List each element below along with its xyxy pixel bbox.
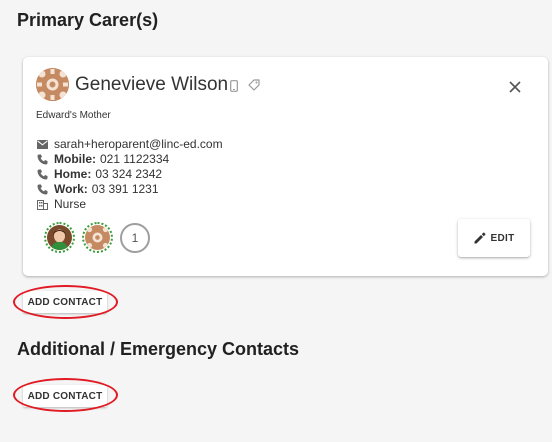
edit-button[interactable]: EDIT — [458, 219, 530, 257]
email-icon — [36, 139, 48, 151]
phone-icon — [36, 169, 48, 181]
home-number[interactable]: 03 324 2342 — [95, 167, 162, 182]
close-icon — [509, 81, 521, 93]
more-count-badge[interactable]: 1 — [120, 223, 150, 253]
mobile-label: Mobile: — [54, 152, 96, 166]
edit-label: EDIT — [490, 232, 515, 244]
contact-avatar — [36, 68, 69, 101]
linked-students: 1 — [44, 222, 150, 253]
contact-card: Genevieve Wilson Edward's Mother sarah+h… — [23, 57, 548, 276]
phone-icon — [36, 154, 48, 166]
primary-carers-heading: Primary Carer(s) — [17, 10, 159, 30]
close-button[interactable] — [504, 76, 526, 98]
mobile-row: Mobile: 021 1122334 — [36, 152, 223, 167]
mobile-number[interactable]: 021 1122334 — [100, 152, 169, 167]
occupation-row: Nurse — [36, 197, 223, 212]
pencil-icon — [474, 232, 485, 244]
building-icon — [36, 199, 48, 211]
add-additional-contact-button[interactable]: ADD CONTACT — [23, 385, 107, 407]
mobile-phone-icon — [230, 79, 238, 97]
home-label: Home: — [54, 167, 92, 181]
work-row: Work: 03 391 1231 — [36, 182, 223, 197]
student-avatar[interactable] — [44, 222, 75, 253]
parent-avatar[interactable] — [82, 222, 113, 253]
add-primary-contact-button[interactable]: ADD CONTACT — [23, 291, 107, 313]
contact-relation: Edward's Mother — [36, 110, 111, 121]
phone-icon — [36, 184, 48, 196]
contact-name: Genevieve Wilson — [75, 74, 229, 95]
work-number[interactable]: 03 391 1231 — [92, 182, 159, 197]
contact-occupation: Nurse — [54, 197, 87, 211]
email-row: sarah+heroparent@linc-ed.com — [36, 137, 223, 152]
contact-email[interactable]: sarah+heroparent@linc-ed.com — [54, 137, 223, 152]
home-row: Home: 03 324 2342 — [36, 167, 223, 182]
work-label: Work: — [54, 182, 88, 196]
contact-details: sarah+heroparent@linc-ed.com Mobile: 021… — [36, 137, 223, 212]
tag-icon[interactable] — [247, 78, 261, 97]
additional-contacts-heading: Additional / Emergency Contacts — [17, 339, 300, 359]
